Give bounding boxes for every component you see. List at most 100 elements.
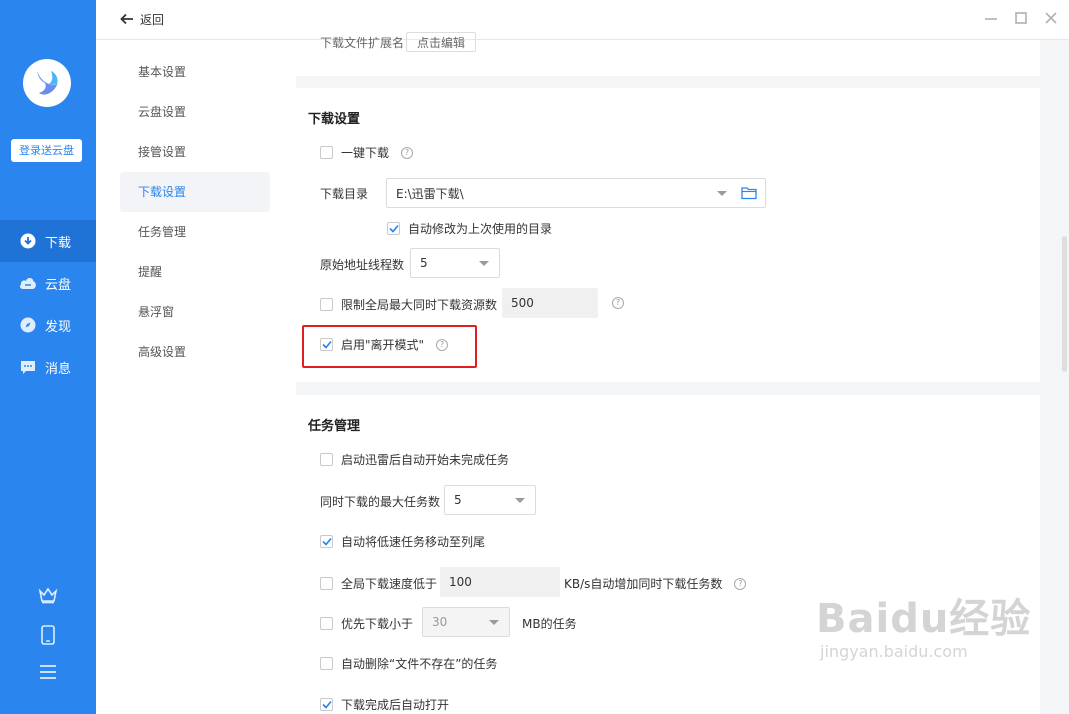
one-click-download-row[interactable]: 一键下载 ? [320,144,414,161]
threads-select[interactable]: 5 [410,248,500,278]
auto-modify-label: 自动修改为上次使用的目录 [408,222,553,236]
crown-icon[interactable] [0,586,96,604]
priority-small-label: 优先下载小于 [341,617,414,631]
highlight-box [302,325,477,368]
download-dir-select[interactable]: E:\迅雷下载\ [386,178,766,208]
auto-delete-checkbox[interactable] [320,657,333,670]
max-tasks-value: 5 [454,493,462,507]
speed-low-checkbox[interactable] [320,577,333,590]
auto-delete-row[interactable]: 自动删除“文件不存在”的任务 [320,655,497,672]
limit-resources-row[interactable]: 限制全局最大同时下载资源数 [320,296,497,313]
limit-resources-input[interactable]: 500 [502,288,598,318]
nav-item-messages[interactable]: 消息 [0,346,96,388]
phone-icon[interactable] [0,625,96,645]
close-icon[interactable] [1044,10,1058,30]
sidebar-item-reminder[interactable]: 提醒 [120,252,270,292]
extension-row: 下载文件扩展名 点击编辑 [320,32,477,52]
auto-open-row[interactable]: 下载完成后自动打开 [320,696,449,713]
priority-small-value: 30 [432,615,448,629]
settings-sidebar: 基本设置 云盘设置 接管设置 下载设置 任务管理 提醒 悬浮窗 高级设置 [96,40,296,714]
auto-modify-checkbox[interactable] [387,222,400,235]
speed-low-row[interactable]: 全局下载速度低于 [320,575,437,592]
edit-extensions-button[interactable]: 点击编辑 [406,32,477,52]
chevron-down-icon[interactable] [479,261,489,266]
nav-label-messages: 消息 [45,361,72,377]
auto-modify-dir-row[interactable]: 自动修改为上次使用的目录 [387,220,552,237]
compass-icon [19,316,37,334]
section-title-download: 下载设置 [308,112,361,127]
watermark-brand: Baidu经验 [816,596,1032,642]
threads-label: 原始地址线程数 [320,258,405,272]
sidebar-item-basic[interactable]: 基本设置 [120,52,270,92]
content-scrollbar[interactable] [1062,236,1067,372]
section-title-tasks: 任务管理 [308,419,361,434]
cloud-icon [19,274,37,292]
watermark-url: jingyan.baidu.com [820,642,968,661]
nav-item-cloud[interactable]: 云盘 [0,262,96,304]
speed-low-input[interactable]: 100 [440,567,560,597]
login-promo-button[interactable]: 登录送云盘 [11,139,82,162]
sidebar-item-download[interactable]: 下载设置 [120,172,270,212]
chevron-down-icon[interactable] [515,498,525,503]
sidebar-item-cloud[interactable]: 云盘设置 [120,92,270,132]
limit-resources-value: 500 [511,296,534,310]
move-slow-label: 自动将低速任务移动至列尾 [341,535,486,549]
nav-label-discover: 发现 [45,319,72,335]
one-click-label: 一键下载 [341,146,390,160]
priority-small-row[interactable]: 优先下载小于 [320,615,413,632]
auto-start-row[interactable]: 启动迅雷后自动开始未完成任务 [320,451,509,468]
download-dir-value: E:\迅雷下载\ [396,186,464,201]
one-click-checkbox[interactable] [320,146,333,159]
priority-size-select[interactable]: 30 [422,607,510,637]
extension-label: 下载文件扩展名 [320,35,405,50]
menu-icon[interactable] [0,664,96,680]
max-tasks-select[interactable]: 5 [444,485,536,515]
auto-open-label: 下载完成后自动打开 [341,698,450,712]
minimize-icon[interactable] [984,10,998,30]
nav-label-cloud: 云盘 [45,277,72,293]
message-icon [19,358,37,376]
card-task-management: 任务管理 启动迅雷后自动开始未完成任务 同时下载的最大任务数 5 自动将低速任务… [296,395,1040,714]
chevron-down-icon[interactable] [489,620,499,625]
sidebar-item-floating[interactable]: 悬浮窗 [120,292,270,332]
folder-icon[interactable] [741,186,757,203]
nav-item-download[interactable]: 下载 [0,220,96,262]
limit-resources-checkbox[interactable] [320,298,333,311]
back-button[interactable]: 返回 [120,11,164,28]
speed-low-suffix-row: KB/s自动增加同时下载任务数 ? [564,575,747,592]
main-nav: 下载 云盘 发现 消息 [0,220,96,388]
app-logo [23,59,71,107]
speed-low-suffix: KB/s自动增加同时下载任务数 [564,577,723,591]
download-dir-label: 下载目录 [320,187,369,201]
threads-value: 5 [420,256,428,270]
max-tasks-label: 同时下载的最大任务数 [320,495,441,509]
priority-small-suffix: MB的任务 [522,617,577,631]
auto-open-checkbox[interactable] [320,698,333,711]
help-icon[interactable]: ? [734,577,747,590]
nav-label-download: 下载 [45,235,72,251]
left-rail: 登录送云盘 下载 云盘 发现 消息 [0,0,96,714]
auto-start-label: 启动迅雷后自动开始未完成任务 [341,453,510,467]
arrow-left-icon [120,12,134,28]
move-slow-row[interactable]: 自动将低速任务移动至列尾 [320,533,485,550]
sidebar-item-tasks[interactable]: 任务管理 [120,212,270,252]
back-label: 返回 [140,13,165,27]
help-icon[interactable]: ? [612,297,624,309]
card-extension-partial: 下载文件扩展名 点击编辑 [296,32,1040,76]
chevron-down-icon[interactable] [717,191,727,196]
sidebar-item-takeover[interactable]: 接管设置 [120,132,270,172]
download-icon [19,232,37,250]
priority-small-checkbox[interactable] [320,617,333,630]
maximize-icon[interactable] [1014,10,1028,30]
auto-start-checkbox[interactable] [320,453,333,466]
sidebar-item-advanced[interactable]: 高级设置 [120,332,270,372]
nav-item-discover[interactable]: 发现 [0,304,96,346]
speed-low-value: 100 [449,575,472,589]
limit-resources-label: 限制全局最大同时下载资源数 [341,298,498,312]
move-slow-checkbox[interactable] [320,535,333,548]
speed-low-label: 全局下载速度低于 [341,577,438,591]
top-bar: 返回 [96,0,1069,40]
auto-delete-label: 自动删除“文件不存在”的任务 [341,657,498,671]
baidu-watermark: Baidu经验 jingyan.baidu.com [816,596,1031,662]
help-icon[interactable]: ? [401,146,414,159]
